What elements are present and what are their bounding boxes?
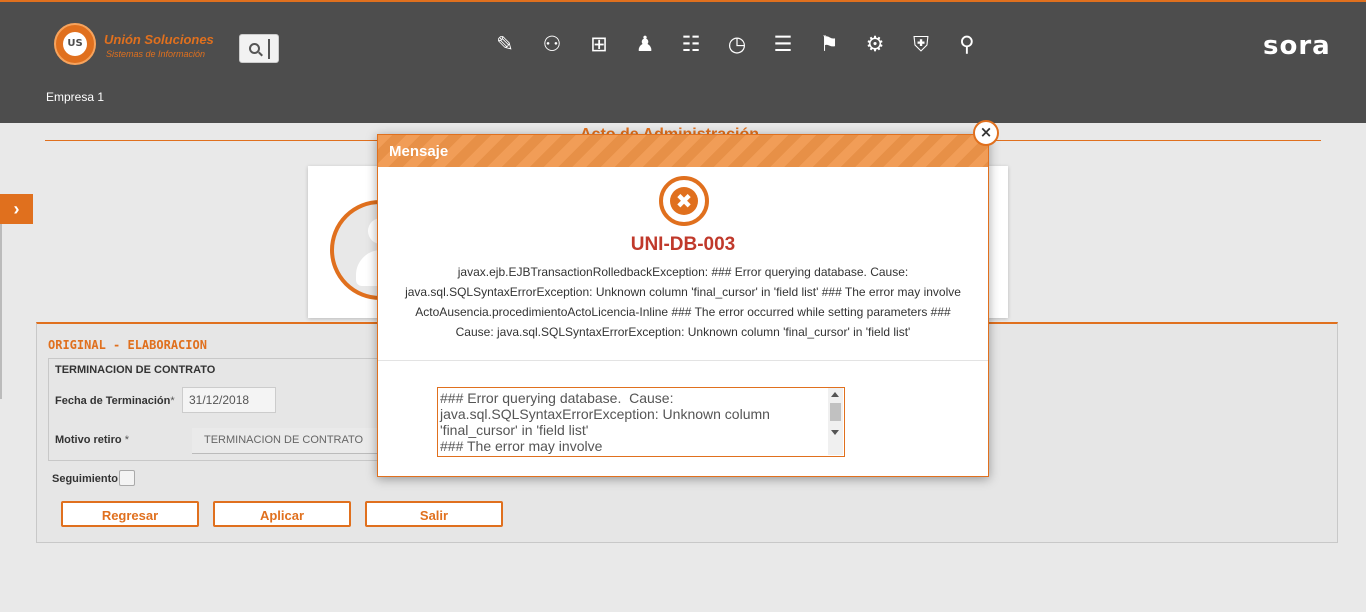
error-code: UNI-DB-003 [630,234,736,255]
modal-title: Mensaje [389,143,449,160]
seguimiento-label: Seguimiento [52,473,119,485]
sidebar-rail [0,224,2,399]
motivo-retiro-select[interactable]: TERMINACION DE CONTRATO [192,428,392,454]
company-name[interactable]: Empresa 1 [46,90,104,104]
document-list-icon[interactable]: ☰ [770,31,796,57]
error-message: javax.ejb.EJBTransactionRolledbackExcept… [378,262,988,342]
motivo-label-text: Motivo retiro [55,434,122,446]
gears-icon[interactable]: ⚙ [862,31,888,57]
required-mark: * [124,434,129,446]
search-divider [268,39,270,59]
edit-document-icon[interactable]: ✎ [492,31,518,57]
error-line: Cause: java.sql.SQLSyntaxErrorException:… [455,325,911,339]
error-icon: ✖ [659,176,709,226]
top-header: US Unión Soluciones Sistemas de Informac… [0,0,1366,123]
fecha-label-text: Fecha de Terminación [55,395,171,407]
logo-title: Unión Soluciones [104,32,214,47]
error-line: ActoAusencia.procedimientoActoLicencia-I… [415,305,951,319]
search-button[interactable] [239,34,279,63]
user-search-icon[interactable]: ⚲ [954,31,980,57]
chevron-right-icon: › [13,199,20,219]
logo-subtitle: Sistemas de Información [106,49,206,59]
error-detail-textarea[interactable]: ### Error querying database. Cause: java… [437,387,845,457]
sidebar-toggle-button[interactable]: › [0,194,33,224]
modal-header: Mensaje [378,135,988,167]
modal-close-button[interactable]: × [973,120,999,146]
search-icon [249,43,260,54]
message-modal: Mensaje ✖ UNI-DB-003 javax.ejb.EJBTransa… [377,134,989,477]
regresar-button[interactable]: Regresar [61,501,199,527]
scroll-up-arrow-icon[interactable] [831,392,839,397]
fecha-label: Fecha de Terminación* [55,395,175,407]
user-list-icon[interactable]: ☷ [678,31,704,57]
user-admin-icon[interactable]: ⚇ [539,31,565,57]
gift-icon[interactable]: ⊞ [586,31,612,57]
seguimiento-checkbox[interactable] [119,470,135,486]
presentation-icon[interactable]: ⚑ [816,31,842,57]
fecha-terminacion-field[interactable]: 31/12/2018 [182,387,276,413]
brand-logo: sora [1263,31,1331,61]
error-x-mark: ✖ [670,187,698,215]
briefcase-shield-icon[interactable]: ⛨ [908,31,934,57]
aplicar-button[interactable]: Aplicar [213,501,351,527]
motivo-label: Motivo retiro * [55,434,129,446]
termination-section: TERMINACION DE CONTRATO Fecha de Termina… [48,358,392,461]
form-heading: ORIGINAL - ELABORACION [48,338,207,352]
company-logo[interactable]: US Unión Soluciones Sistemas de Informac… [54,23,224,69]
section-title: TERMINACION DE CONTRATO [55,364,216,376]
scroll-down-arrow-icon[interactable] [831,430,839,435]
logo-mark: US [54,23,96,65]
required-mark: * [170,395,175,407]
org-chart-icon[interactable]: ♟ [632,31,658,57]
stopwatch-icon[interactable]: ◷ [724,31,750,57]
error-line: javax.ejb.EJBTransactionRolledbackExcept… [457,265,909,279]
error-line: java.sql.SQLSyntaxErrorException: Unknow… [405,285,961,299]
salir-button[interactable]: Salir [365,501,503,527]
logo-mark-text: US [63,32,87,56]
modal-divider [378,360,988,361]
detail-scrollbar[interactable] [828,388,843,455]
scroll-thumb[interactable] [830,403,841,421]
